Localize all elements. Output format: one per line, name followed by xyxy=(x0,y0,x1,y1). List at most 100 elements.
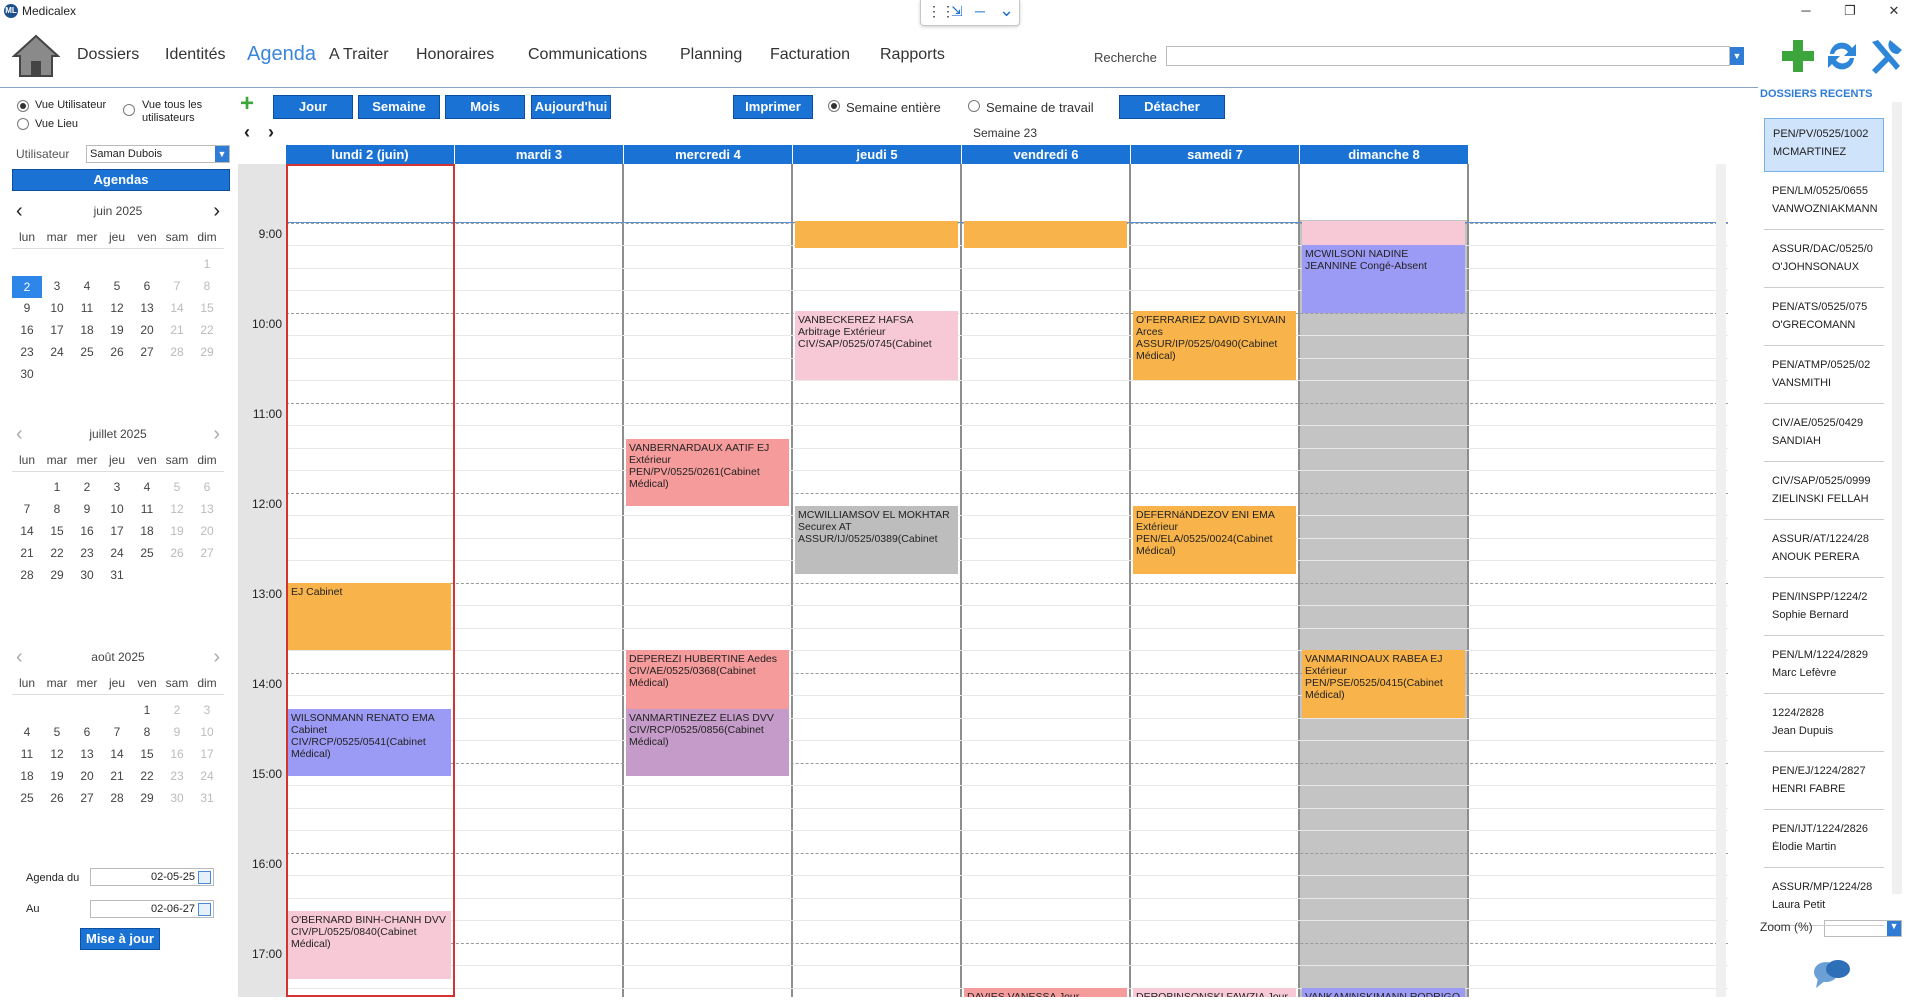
day-header[interactable]: vendredi 6 xyxy=(962,145,1131,164)
recent-dossier-item[interactable]: PEN/LM/0525/0655 VANWOZNIAKMANN xyxy=(1764,176,1884,230)
restore-button[interactable]: ❐ xyxy=(1830,2,1870,20)
view-mois-button[interactable]: Mois xyxy=(445,95,525,119)
calendar-day[interactable]: 31 xyxy=(102,568,132,582)
agenda-event[interactable]: DEROBINSONSKI FAWZIA Jour xyxy=(1133,987,1296,997)
search-input[interactable] xyxy=(1166,46,1730,66)
calendar-day[interactable]: 20 xyxy=(192,524,222,538)
recent-dossier-item[interactable]: ASSUR/DAC/0525/0 O'JOHNSONAUX xyxy=(1764,234,1884,288)
calendar-day[interactable]: 28 xyxy=(12,568,42,582)
agenda-du-field[interactable]: 02-05-25 xyxy=(90,868,214,886)
calendar-day[interactable]: 19 xyxy=(42,769,72,783)
calendar-day[interactable]: 14 xyxy=(102,747,132,761)
nav-a-traiter[interactable]: A Traiter xyxy=(329,46,389,64)
nav-facturation[interactable]: Facturation xyxy=(770,46,850,64)
close-button[interactable]: ✕ xyxy=(1874,2,1914,20)
day-header[interactable]: jeudi 5 xyxy=(793,145,962,164)
calendar-day[interactable]: 7 xyxy=(162,279,192,293)
calendar-day[interactable]: 24 xyxy=(102,546,132,560)
calendar-day[interactable]: 24 xyxy=(42,345,72,359)
add-icon[interactable] xyxy=(1778,36,1818,76)
nav-identites[interactable]: Identités xyxy=(165,46,225,64)
refresh-icon[interactable] xyxy=(1822,36,1862,76)
nav-agenda[interactable]: Agenda xyxy=(247,43,316,66)
radio-vue-utilisateur[interactable] xyxy=(17,100,29,112)
calendar-day[interactable]: 8 xyxy=(192,279,222,293)
calendar-day[interactable]: 30 xyxy=(72,568,102,582)
calendar-day[interactable]: 8 xyxy=(42,502,72,516)
calendar-day[interactable]: 7 xyxy=(12,502,42,516)
calendar-day[interactable]: 16 xyxy=(72,524,102,538)
agenda-event[interactable]: O'FERRARIEZ DAVID SYLVAIN Arces ASSUR/IP… xyxy=(1133,310,1296,380)
calendar-day[interactable]: 16 xyxy=(162,747,192,761)
chat-icon[interactable] xyxy=(1812,958,1852,990)
calendar-day[interactable]: 3 xyxy=(192,703,222,717)
search-dropdown-icon[interactable]: ▼ xyxy=(1730,47,1744,65)
calendar-day[interactable]: 10 xyxy=(42,301,72,315)
calendar-day[interactable]: 15 xyxy=(192,301,222,315)
add-event-icon[interactable]: + xyxy=(240,90,254,118)
calendar-day[interactable]: 23 xyxy=(72,546,102,560)
agenda-event[interactable]: MCWILSONI NADINE JEANNINE Congé-Absent xyxy=(1302,245,1465,313)
recent-dossier-item[interactable]: CIV/AE/0525/0429 SANDIAH xyxy=(1764,408,1884,462)
calendar-day[interactable]: 16 xyxy=(12,323,42,337)
collapse-icon[interactable]: ⇲ xyxy=(951,3,963,20)
calendar-day[interactable]: 28 xyxy=(102,791,132,805)
calendar-day[interactable]: 27 xyxy=(132,345,162,359)
nav-communications[interactable]: Communications xyxy=(528,46,647,64)
calendar-day[interactable]: 3 xyxy=(42,279,72,293)
next-month-icon[interactable]: › xyxy=(213,646,220,669)
calendar-day[interactable]: 6 xyxy=(132,279,162,293)
recent-dossier-item[interactable]: PEN/EJ/1224/2827 HENRI FABRE xyxy=(1764,756,1884,810)
calendar-day[interactable]: 17 xyxy=(192,747,222,761)
chevron-down-icon[interactable]: ⌄ xyxy=(999,0,1014,21)
day-column[interactable] xyxy=(793,164,962,997)
calendar-day[interactable]: 11 xyxy=(12,747,42,761)
agenda-event[interactable] xyxy=(964,220,1127,248)
agenda-event[interactable]: DEFERNáNDEZOV ENI EMA Extérieur PEN/ELA/… xyxy=(1133,506,1296,574)
view-semaine-button[interactable]: Semaine xyxy=(358,95,440,119)
calendar-day[interactable]: 24 xyxy=(192,769,222,783)
au-field[interactable]: 02-06-27 xyxy=(90,900,214,918)
calendar-day[interactable]: 4 xyxy=(132,480,162,494)
calendar-day[interactable]: 27 xyxy=(72,791,102,805)
recent-dossier-item[interactable]: 1224/2828 Jean Dupuis xyxy=(1764,698,1884,752)
day-header[interactable]: dimanche 8 xyxy=(1300,145,1469,164)
calendar-day[interactable]: 29 xyxy=(42,568,72,582)
home-icon[interactable] xyxy=(12,34,60,78)
user-select[interactable]: Saman Dubois ▼ xyxy=(86,145,230,163)
calendar-day[interactable]: 19 xyxy=(102,323,132,337)
zoom-dropdown-icon[interactable]: ▼ xyxy=(1887,921,1901,936)
calendar-day[interactable]: 1 xyxy=(192,257,222,271)
calendar-day[interactable]: 25 xyxy=(132,546,162,560)
calendar-day[interactable]: 15 xyxy=(42,524,72,538)
calendar-day[interactable]: 5 xyxy=(102,279,132,293)
calendar-day[interactable]: 3 xyxy=(102,480,132,494)
calendar-day[interactable]: 4 xyxy=(72,279,102,293)
today-button[interactable]: Aujourd'hui xyxy=(531,95,611,119)
detach-button[interactable]: Détacher xyxy=(1119,95,1225,119)
nav-planning[interactable]: Planning xyxy=(680,46,742,64)
calendar-day[interactable]: 7 xyxy=(102,725,132,739)
calendar-day[interactable]: 29 xyxy=(192,345,222,359)
calendar-day[interactable]: 9 xyxy=(12,301,42,315)
grid-scrollbar[interactable] xyxy=(1716,164,1726,997)
agenda-event[interactable]: VANMARTINEZEZ ELIAS DVV CIV/RCP/0525/085… xyxy=(626,708,789,776)
calendar-day[interactable]: 13 xyxy=(192,502,222,516)
recent-dossier-item[interactable]: PEN/ATMP/0525/02 VANSMITHI xyxy=(1764,350,1884,404)
calendar-day[interactable]: 12 xyxy=(42,747,72,761)
recent-dossier-item[interactable]: ASSUR/AT/1224/28 ANOUK PERERA xyxy=(1764,524,1884,578)
calendar-day[interactable]: 6 xyxy=(192,480,222,494)
agenda-event[interactable]: VANBECKEREZ HAFSA Arbitrage Extérieur CI… xyxy=(795,310,958,380)
calendar-day[interactable]: 23 xyxy=(162,769,192,783)
calendar-day[interactable]: 10 xyxy=(192,725,222,739)
day-column[interactable] xyxy=(1131,164,1300,997)
next-month-icon[interactable]: › xyxy=(213,200,220,223)
nav-honoraires[interactable]: Honoraires xyxy=(416,46,494,64)
calendar-day[interactable]: 19 xyxy=(162,524,192,538)
radio-semaine-entiere[interactable] xyxy=(828,100,840,112)
recent-dossier-item[interactable]: PEN/ATS/0525/075 O'GRECOMANN xyxy=(1764,292,1884,346)
agenda-event[interactable]: VANBERNARDAUX AATIF EJ Extérieur PEN/PV/… xyxy=(626,438,789,506)
recent-dossier-item[interactable]: PEN/LM/1224/2829 Marc Lefèvre xyxy=(1764,640,1884,694)
calendar-day[interactable]: 11 xyxy=(72,301,102,315)
day-column[interactable] xyxy=(455,164,624,997)
